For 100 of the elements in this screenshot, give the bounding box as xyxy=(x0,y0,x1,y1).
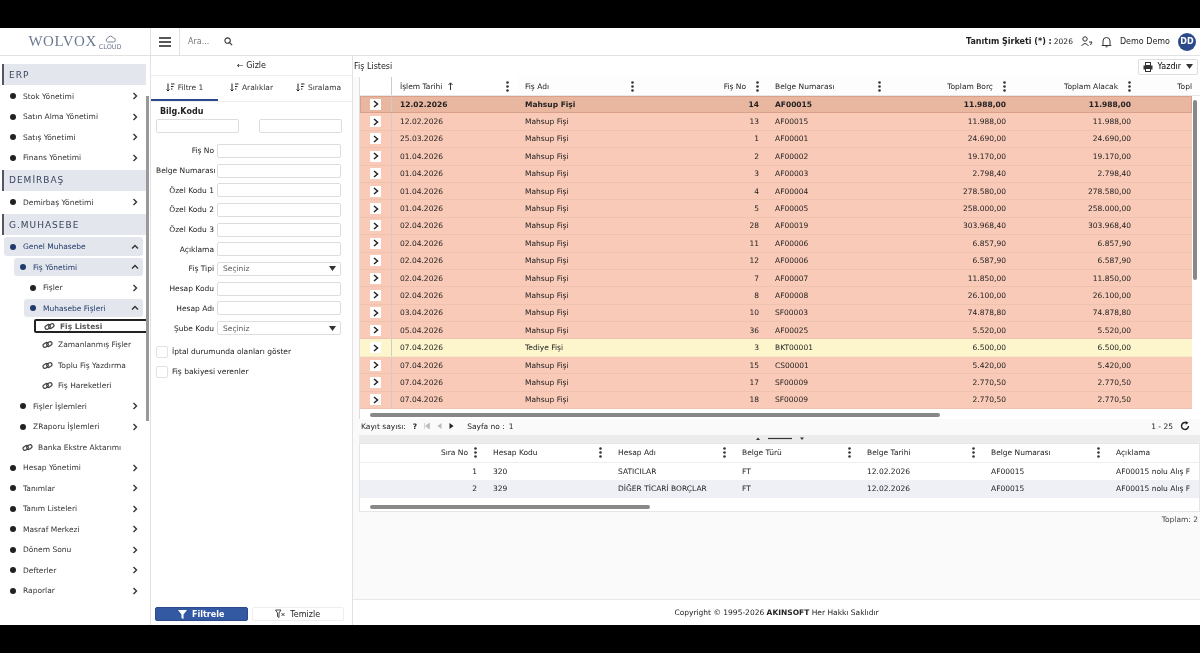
input-field[interactable] xyxy=(217,163,341,178)
bullet-icon xyxy=(10,546,16,553)
refresh-icon[interactable] xyxy=(1180,421,1190,431)
chevron-right-icon xyxy=(131,402,139,411)
expand-row-button[interactable] xyxy=(370,376,381,388)
expand-row-button[interactable] xyxy=(370,290,381,301)
more-options-icon[interactable] xyxy=(506,80,509,92)
page-title: Fiş Listesi xyxy=(354,62,393,71)
input-field[interactable] xyxy=(217,202,341,217)
expand-row-button[interactable] xyxy=(370,220,381,232)
more-options-icon[interactable] xyxy=(723,447,726,459)
more-options-icon[interactable] xyxy=(1003,80,1006,92)
sort-ascending-icon xyxy=(448,82,454,90)
input-field[interactable] xyxy=(217,222,341,237)
expand-row-button[interactable] xyxy=(370,359,381,371)
expand-row-button[interactable] xyxy=(370,237,381,249)
checkbox[interactable] xyxy=(156,345,168,358)
bullet-icon xyxy=(10,526,16,533)
search-icon xyxy=(224,37,233,46)
more-options-icon[interactable] xyxy=(848,447,851,459)
expand-row-button[interactable] xyxy=(370,255,381,267)
expand-row-button[interactable] xyxy=(370,116,381,128)
next-page-icon[interactable] xyxy=(449,423,455,429)
input-field[interactable] xyxy=(217,242,341,257)
chevron-up-icon xyxy=(131,263,139,272)
bullet-icon xyxy=(20,403,26,410)
expand-row-button[interactable] xyxy=(370,342,381,354)
input-field[interactable] xyxy=(217,301,341,316)
link-icon xyxy=(42,359,53,371)
checkbox[interactable] xyxy=(156,365,168,378)
bullet-icon xyxy=(20,264,26,271)
scrollbar-thumb[interactable] xyxy=(1193,100,1197,280)
chevron-right-icon xyxy=(131,463,139,472)
sort-icon xyxy=(229,83,239,92)
input-field[interactable] xyxy=(217,143,341,158)
bullet-icon xyxy=(10,485,16,492)
expand-row-button[interactable] xyxy=(370,98,381,110)
clear-filter-icon xyxy=(275,609,286,619)
more-options-icon[interactable] xyxy=(878,80,881,92)
section-header: ERP xyxy=(2,64,146,85)
expand-row-button[interactable] xyxy=(370,394,381,406)
expand-row-button[interactable] xyxy=(370,133,381,145)
dropdown-arrow-icon xyxy=(329,266,336,272)
link-icon xyxy=(44,320,55,332)
notification-icon[interactable] xyxy=(1100,35,1112,48)
expand-row-button[interactable] xyxy=(370,324,381,336)
bullet-icon xyxy=(20,423,26,430)
hide-panel-button[interactable]: ← Gizle xyxy=(151,56,352,76)
input-field[interactable] xyxy=(217,183,341,198)
link-icon xyxy=(42,339,53,351)
link-icon xyxy=(42,380,53,392)
scrollbar-thumb[interactable] xyxy=(370,504,650,509)
bullet-icon xyxy=(10,154,16,161)
range-end-field[interactable] xyxy=(259,119,342,133)
sort-icon xyxy=(295,83,305,92)
chevron-right-icon xyxy=(131,566,139,574)
more-options-icon[interactable] xyxy=(1128,80,1131,92)
bullet-icon xyxy=(10,243,16,250)
expand-row-button[interactable] xyxy=(370,185,381,197)
chevron-right-icon xyxy=(131,112,139,121)
print-button[interactable]: Yazdır xyxy=(1137,58,1198,75)
dropdown-arrow-icon xyxy=(329,325,336,331)
user-name[interactable]: Demo Demo xyxy=(1119,37,1170,46)
printer-icon xyxy=(1142,61,1153,72)
more-options-icon[interactable] xyxy=(756,80,759,92)
dropdown-arrow-icon xyxy=(1186,64,1193,69)
more-options-icon[interactable] xyxy=(1097,447,1100,459)
chevron-right-icon xyxy=(131,92,139,101)
expand-row-button[interactable] xyxy=(370,307,381,319)
user-avatar[interactable]: DD xyxy=(1178,32,1196,51)
chevron-right-icon xyxy=(131,545,139,554)
chevron-up-icon xyxy=(131,242,139,251)
expand-row-button[interactable] xyxy=(370,168,381,180)
scrollbar-thumb[interactable] xyxy=(146,96,149,421)
chevron-right-icon xyxy=(131,283,139,292)
filter-button[interactable]: Filtrele xyxy=(155,607,248,621)
section-header: DEMİRBAŞ xyxy=(2,169,146,191)
bullet-icon xyxy=(10,505,16,512)
bullet-icon xyxy=(10,567,16,573)
more-options-icon[interactable] xyxy=(599,447,602,459)
bullet-icon xyxy=(30,305,36,311)
scrollbar-thumb[interactable] xyxy=(370,413,940,417)
expand-row-button[interactable] xyxy=(370,272,381,284)
bullet-icon xyxy=(10,93,16,100)
splitter-handle[interactable] xyxy=(359,435,1200,443)
section-header: G.MUHASEBE xyxy=(2,214,146,236)
expand-row-button[interactable] xyxy=(370,203,381,215)
more-options-icon[interactable] xyxy=(631,80,634,92)
logo-wordmark: WOLVOX xyxy=(28,33,97,50)
range-start-field[interactable] xyxy=(156,119,239,133)
menu-icon xyxy=(159,36,171,47)
input-field[interactable] xyxy=(217,281,341,296)
more-options-icon[interactable] xyxy=(972,447,975,459)
filter-icon xyxy=(178,609,188,619)
expand-row-button[interactable] xyxy=(370,150,381,162)
clear-button[interactable]: Temizle xyxy=(251,607,344,621)
cloud-icon xyxy=(104,35,116,43)
more-options-icon[interactable] xyxy=(474,447,477,459)
user-switch-icon[interactable] xyxy=(1080,36,1093,47)
bullet-icon xyxy=(10,464,16,471)
